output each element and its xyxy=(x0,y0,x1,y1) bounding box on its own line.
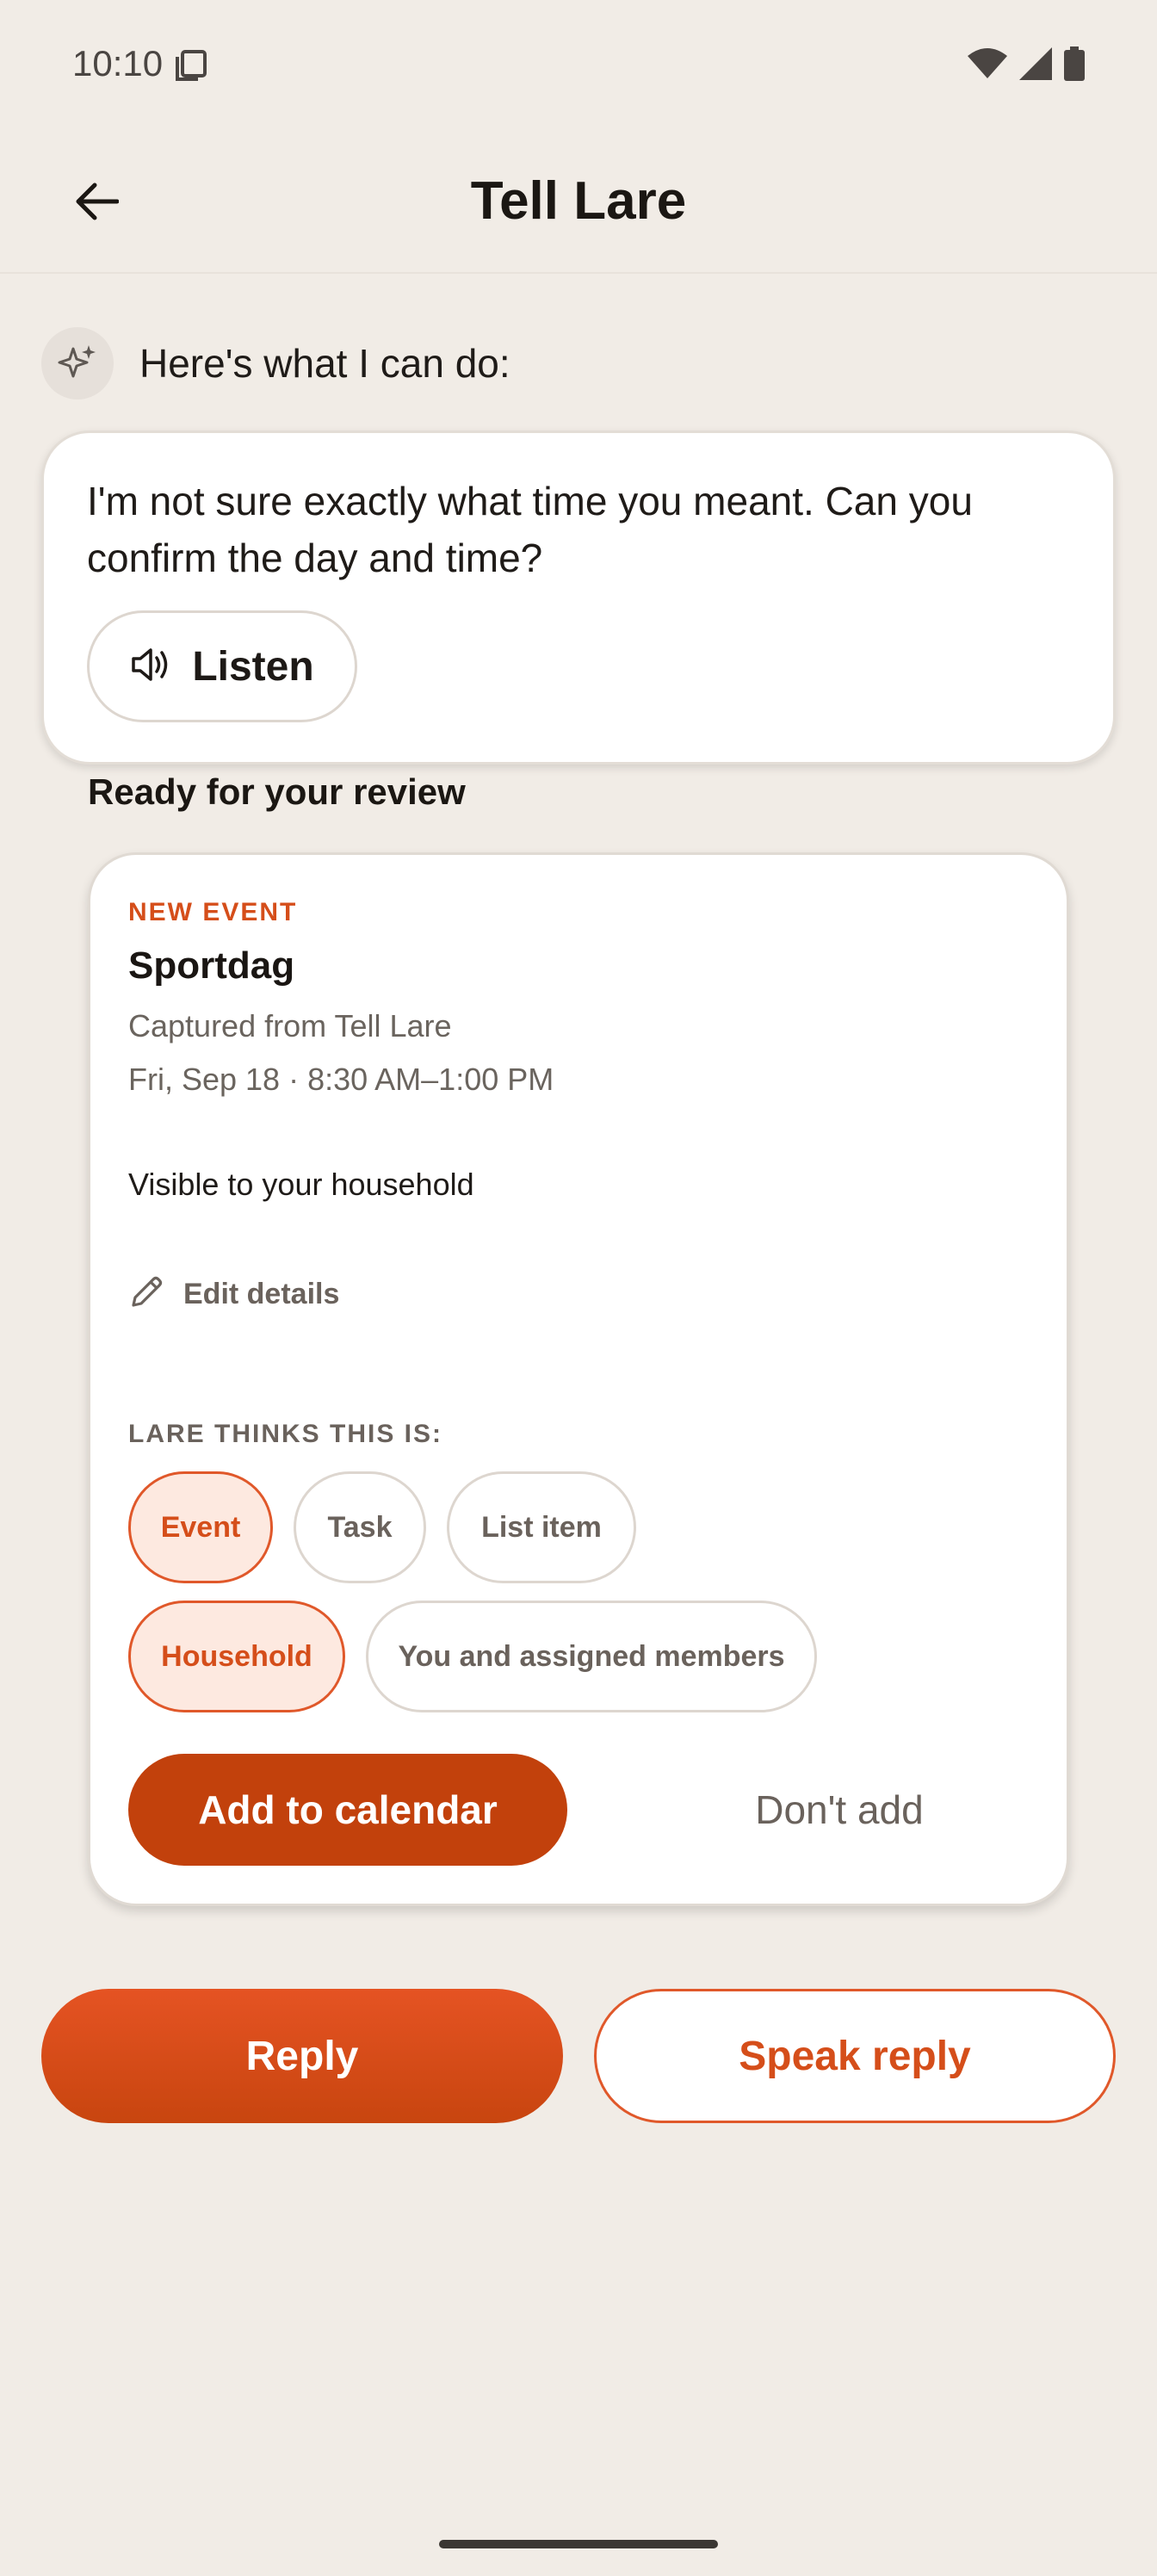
reply-button[interactable]: Reply xyxy=(41,1989,563,2123)
review-heading: Ready for your review xyxy=(88,771,466,812)
chip-household[interactable]: Household xyxy=(128,1601,345,1712)
event-visibility: Visible to your household xyxy=(128,1167,474,1202)
status-bar: 10:10 xyxy=(0,0,1157,129)
chip-event[interactable]: Event xyxy=(128,1471,273,1583)
event-datetime: Fri, Sep 18 · 8:30 AM–1:00 PM xyxy=(128,1062,554,1097)
dont-add-button[interactable]: Don't add xyxy=(659,1754,1020,1866)
assistant-message-card: I'm not sure exactly what time you meant… xyxy=(41,430,1116,765)
assistant-message: I'm not sure exactly what time you meant… xyxy=(87,479,973,580)
top-app-bar: Tell Lare xyxy=(0,129,1157,274)
speak-reply-button[interactable]: Speak reply xyxy=(594,1989,1116,2123)
battery-icon xyxy=(1064,46,1085,85)
assistant-intro: Here's what I can do: xyxy=(139,341,510,386)
page-title: Tell Lare xyxy=(470,171,687,231)
wifi-icon xyxy=(968,47,1007,84)
screen-copy-icon xyxy=(174,48,208,83)
listen-button[interactable]: Listen xyxy=(87,610,357,722)
chip-task[interactable]: Task xyxy=(294,1471,426,1583)
signal-icon xyxy=(1019,47,1052,84)
status-icons xyxy=(968,46,1085,85)
event-kicker: NEW EVENT xyxy=(128,898,298,926)
classification-heading: LARE THINKS THIS IS: xyxy=(128,1420,443,1448)
status-time: 10:10 xyxy=(72,43,164,84)
speaker-icon xyxy=(130,646,171,688)
chip-list-item[interactable]: List item xyxy=(447,1471,636,1583)
edit-details-button[interactable]: Edit details xyxy=(128,1270,339,1318)
gesture-bar[interactable] xyxy=(439,2540,718,2548)
event-source: Captured from Tell Lare xyxy=(128,1008,452,1043)
chip-you-and-assigned-members[interactable]: You and assigned members xyxy=(366,1601,817,1712)
listen-label: Listen xyxy=(192,643,314,690)
add-to-calendar-button[interactable]: Add to calendar xyxy=(128,1754,567,1866)
sparkle-icon xyxy=(41,327,114,399)
event-title: Sportdag xyxy=(128,944,295,987)
event-review-card: NEW EVENT Sportdag Captured from Tell La… xyxy=(88,852,1069,1906)
pencil-icon xyxy=(128,1274,164,1315)
edit-details-label: Edit details xyxy=(183,1277,340,1310)
assistant-header: Here's what I can do: xyxy=(41,327,510,399)
